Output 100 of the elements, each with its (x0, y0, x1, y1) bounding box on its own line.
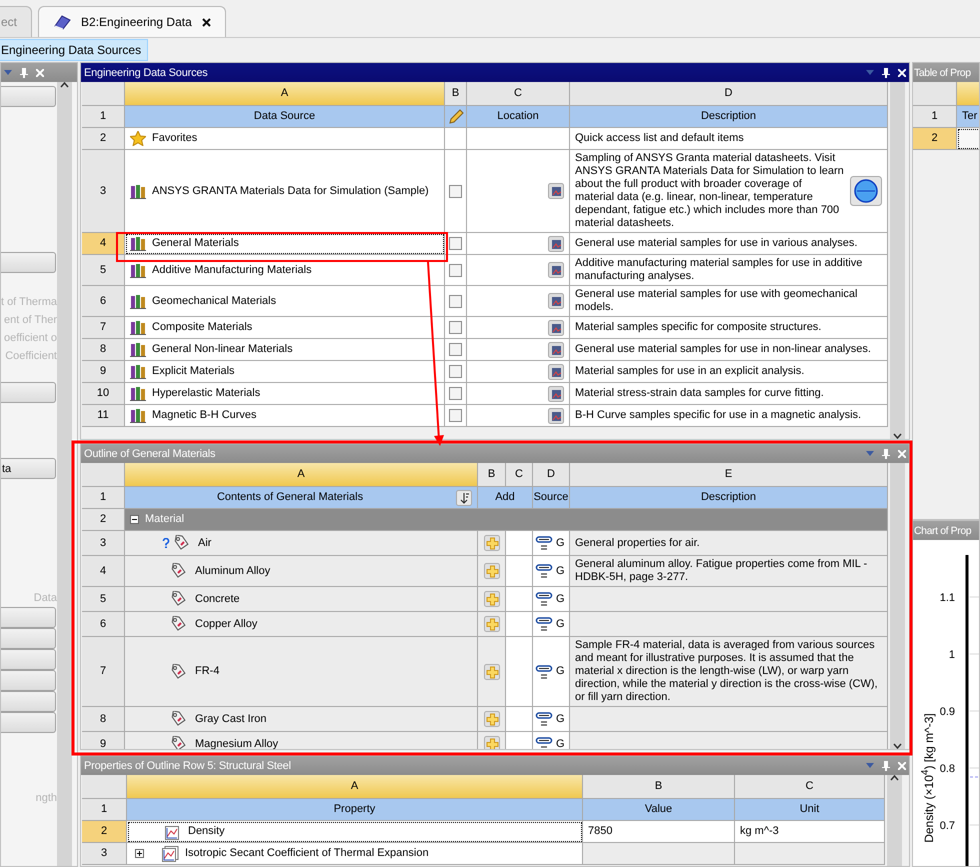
location-button[interactable] (548, 386, 564, 402)
side-button[interactable] (1, 382, 56, 403)
side-button[interactable] (1, 670, 56, 691)
source-name[interactable]: Geomechanical Materials (152, 294, 276, 308)
star-icon (130, 131, 146, 146)
description-text: General use material samples for use in non-linear analyses. (575, 343, 871, 355)
side-button[interactable]: ta (1, 458, 56, 479)
checkbox[interactable] (449, 365, 462, 378)
scroll-up-icon[interactable] (60, 82, 69, 88)
checkbox[interactable] (449, 294, 462, 308)
scrollbar[interactable] (890, 82, 905, 439)
tab-label: B2:Engineering Data (81, 15, 192, 29)
material-name[interactable]: FR-4 (195, 665, 220, 678)
scrollbar[interactable] (57, 82, 72, 866)
add-button[interactable] (484, 591, 500, 607)
tab[interactable]: B2:Engineering Data (38, 6, 226, 37)
row-number: 4 (82, 556, 125, 587)
location-button[interactable] (548, 342, 564, 358)
material-name[interactable]: Air (198, 536, 212, 550)
add-button[interactable] (484, 736, 500, 749)
source-name[interactable]: Hyperelastic Materials (152, 387, 260, 400)
source-name[interactable]: Favorites (152, 132, 198, 145)
description-text: Material samples for use in an explicit analysis. (575, 365, 804, 377)
dropdown-icon[interactable] (4, 70, 12, 75)
books-icon (130, 320, 146, 335)
checkbox[interactable] (449, 387, 462, 400)
table-cell: Ter (957, 106, 979, 128)
column-header: Property (127, 799, 583, 821)
pin-icon[interactable] (882, 68, 890, 78)
collapse-icon[interactable] (130, 515, 139, 524)
books-icon (130, 294, 146, 308)
source-name[interactable]: Magnetic B-H Curves (152, 409, 257, 422)
location-button[interactable] (548, 320, 564, 336)
row-number: 7 (82, 637, 125, 707)
checkbox[interactable] (449, 184, 462, 198)
source-name[interactable]: ANSYS GRANTA Materials Data for Simulation (Sample) (152, 184, 429, 198)
unit-field[interactable]: kg m^-3 (740, 825, 779, 838)
dropdown-icon[interactable] (866, 451, 874, 456)
checkbox[interactable] (449, 321, 462, 334)
add-button[interactable] (484, 535, 500, 551)
side-button[interactable] (1, 628, 56, 649)
checkbox[interactable] (449, 343, 462, 356)
scroll-down-icon[interactable] (893, 433, 902, 439)
link-icon (535, 535, 553, 551)
material-name[interactable]: Concrete (195, 592, 240, 606)
checkbox[interactable] (449, 264, 462, 276)
column-letter: B (583, 775, 735, 799)
location-button[interactable] (548, 262, 564, 278)
source-text: G (556, 665, 565, 678)
dropdown-icon[interactable] (866, 763, 874, 768)
table-cell-text: Sample FR-4 material, data is averaged from various sources and meant for illustrative purposes. It is assumed that the material x direction is the length-wise (LW), or warp yarn direction, while the material y direction is the cross-wise (CW), or fill yarn direction. (575, 639, 879, 704)
value-field[interactable]: 7850 (588, 825, 612, 838)
side-button[interactable] (1, 649, 56, 670)
source-name[interactable]: Composite Materials (152, 321, 252, 334)
scrollbar[interactable] (887, 775, 902, 866)
web-button[interactable] (850, 176, 882, 206)
panel-title: Outline of General Materials (84, 448, 216, 460)
material-name[interactable]: Copper Alloy (195, 618, 258, 630)
location-button[interactable] (548, 183, 564, 199)
expand-icon[interactable] (135, 849, 144, 858)
source-name[interactable]: General Materials (152, 237, 239, 250)
row-number: 2 (913, 128, 957, 150)
source-name[interactable]: Explicit Materials (152, 365, 235, 378)
location-button[interactable] (548, 364, 564, 380)
column-header: Contents of General Materials (216, 491, 364, 504)
material-name[interactable]: Aluminum Alloy (195, 564, 270, 578)
scroll-down-icon[interactable] (893, 743, 902, 749)
add-button[interactable] (484, 664, 500, 680)
toolbar-button[interactable]: Engineering Data Sources (0, 39, 148, 61)
source-name[interactable]: Additive Manufacturing Materials (152, 264, 312, 276)
material-name[interactable]: Gray Cast Iron (195, 712, 267, 726)
add-button[interactable] (484, 616, 500, 632)
row-number: 10 (82, 383, 125, 405)
description-text: Additive manufacturing material samples for use in additive manufacturing analyses. (575, 257, 862, 282)
row-number: 6 (82, 286, 125, 317)
side-button[interactable] (1, 691, 56, 712)
property-name[interactable]: Density (188, 825, 225, 838)
add-button[interactable] (484, 711, 500, 727)
scroll-up-icon[interactable] (890, 775, 899, 781)
side-button[interactable] (1, 607, 56, 628)
book-icon (53, 14, 72, 30)
sort-button[interactable] (456, 490, 472, 506)
location-button[interactable] (548, 236, 564, 252)
checkbox[interactable] (449, 237, 462, 250)
column-letter: B (445, 82, 467, 106)
side-button[interactable] (1, 712, 56, 733)
column-header: Location (467, 106, 570, 128)
side-button[interactable] (1, 252, 56, 273)
material-name[interactable]: Magnesium Alloy (195, 738, 278, 749)
description-text: Material stress-strain data samples for curve fitting. (575, 387, 824, 399)
property-name[interactable]: Isotropic Secant Coefficient of Thermal Expansion (185, 847, 429, 860)
checkbox[interactable] (449, 409, 462, 422)
source-name[interactable]: General Non-linear Materials (152, 343, 293, 356)
scrollbar[interactable] (890, 463, 905, 749)
location-button[interactable] (548, 293, 564, 309)
column-letter: C (467, 82, 570, 106)
dropdown-icon[interactable] (866, 70, 874, 75)
location-button[interactable] (548, 408, 564, 424)
close-icon[interactable] (202, 18, 211, 26)
add-button[interactable] (484, 563, 500, 579)
